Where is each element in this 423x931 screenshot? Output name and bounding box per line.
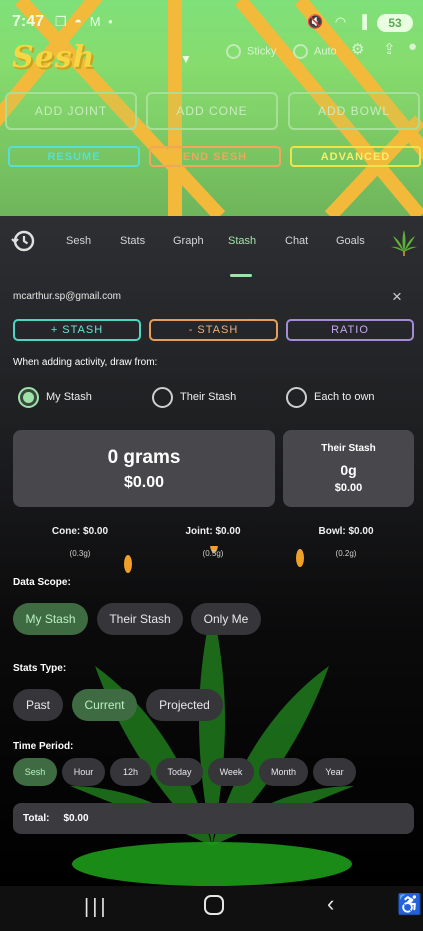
radio-icon [226,44,241,59]
radio-each-to-own[interactable]: Each to own [286,386,375,408]
back-icon[interactable]: ‹ [327,891,334,917]
radio-icon [293,44,308,59]
scope-chip-only-me[interactable]: Only Me [191,603,261,635]
their-stash-value: $0.00 [334,482,363,494]
type-chip-past[interactable]: Past [13,689,63,721]
scope-chip-their-stash[interactable]: Their Stash [97,603,183,635]
add-joint-button[interactable]: ADD JOINT [5,92,137,130]
status-time: 7:47 [12,13,45,30]
radio-selected-icon [18,386,39,408]
system-icons: 🔇 ◠ ▐ [307,14,371,29]
add-cone-button[interactable]: ADD CONE [146,92,278,130]
accessibility-icon[interactable]: ♿ [397,892,422,917]
joint-weight: (0.5g) [202,549,224,558]
account-email: mcarthur.sp@gmail.com [13,291,121,302]
period-chip-year[interactable]: Year [313,758,356,786]
share-icon[interactable]: ⇪ [383,40,396,58]
system-nav-bar: ||| ‹ ♿ [0,886,423,931]
my-stash-grams: 0 grams [107,447,181,468]
cone-weight: (0.3g) [69,549,91,558]
total-value: $0.00 [63,813,89,824]
total-label: Total: [23,813,50,824]
type-chip-projected[interactable]: Projected [146,689,223,721]
radio-their-stash[interactable]: Their Stash [152,386,236,408]
tab-sesh[interactable]: Sesh [66,235,91,247]
time-period-label: Time Period: [13,741,74,752]
total-bar: Total: $0.00 [13,803,414,834]
remove-stash-button[interactable]: - STASH [149,319,278,341]
resume-button[interactable]: RESUME [8,146,140,167]
battery-icon: 53 [377,14,413,32]
data-scope-label: Data Scope: [13,577,71,588]
add-stash-button[interactable]: + STASH [13,319,141,341]
history-icon[interactable] [10,228,36,254]
scope-chip-my-stash[interactable]: My Stash [13,603,88,635]
header-panel: 7:47 ❐ ◓ M • 🔇 ◠ ▐ 53 Sesh ▼ Sticky Auto… [0,0,423,216]
tab-stats[interactable]: Stats [120,235,145,247]
notification-icons: ❐ ◓ M • [55,14,115,29]
my-stash-value: $0.00 [123,474,165,491]
period-chip-today[interactable]: Today [156,758,203,786]
settings-icon[interactable]: ⚙ [351,40,364,58]
close-icon[interactable]: × [392,287,402,307]
chevron-down-icon[interactable]: ▼ [180,52,192,66]
tab-indicator [230,274,252,277]
period-chip-week[interactable]: Week [208,758,254,786]
radio-my-stash[interactable]: My Stash [18,386,92,408]
type-chip-current[interactable]: Current [72,689,137,721]
status-bar: 7:47 ❐ ◓ M • 🔇 ◠ ▐ 53 [0,10,423,36]
end-sesh-button[interactable]: END SESH [149,146,281,167]
period-chip-hour[interactable]: Hour [62,758,105,786]
period-chip-month[interactable]: Month [259,758,308,786]
auto-toggle[interactable]: Auto [293,44,337,59]
tab-goals[interactable]: Goals [336,235,365,247]
radio-icon [286,386,307,408]
draw-from-label: When adding activity, draw from: [13,357,158,368]
bowl-cost: Bowl: $0.00 [318,526,374,537]
radio-label: My Stash [46,391,92,403]
ratio-button[interactable]: RATIO [286,319,414,341]
radio-icon [152,386,173,408]
sticky-label: Sticky [247,45,277,58]
tab-graph[interactable]: Graph [173,235,204,247]
sticky-toggle[interactable]: Sticky [226,44,276,59]
tab-bar: Sesh Stats Graph Stash Chat Goals [0,228,423,277]
their-stash-card: Their Stash 0g $0.00 [283,430,414,507]
period-chip-12h[interactable]: 12h [110,758,151,786]
add-bowl-button[interactable]: ADD BOWL [288,92,420,130]
cone-cost: Cone: $0.00 [51,526,109,537]
stash-sheet: Sesh Stats Graph Stash Chat Goals mcarth… [0,216,423,886]
their-stash-title: Their Stash [321,443,376,454]
stats-type-label: Stats Type: [13,663,67,674]
tab-chat[interactable]: Chat [285,235,308,247]
user-icon[interactable]: ● [408,38,417,55]
joint-cost: Joint: $0.00 [185,526,241,537]
bowl-weight: (0.2g) [335,549,357,558]
period-chip-sesh[interactable]: Sesh [13,758,57,786]
advanced-button[interactable]: ADVANCED [290,146,421,167]
their-stash-grams: 0g [340,462,357,478]
radio-label: Their Stash [180,391,237,403]
recent-apps-icon[interactable]: ||| [84,896,109,919]
app-logo: Sesh [12,40,96,75]
auto-label: Auto [314,45,337,58]
my-stash-card: 0 grams $0.00 [13,430,275,507]
tab-stash[interactable]: Stash [228,235,256,247]
home-icon[interactable] [204,895,224,915]
leaf-icon[interactable] [390,228,418,256]
radio-label: Each to own [314,391,375,403]
